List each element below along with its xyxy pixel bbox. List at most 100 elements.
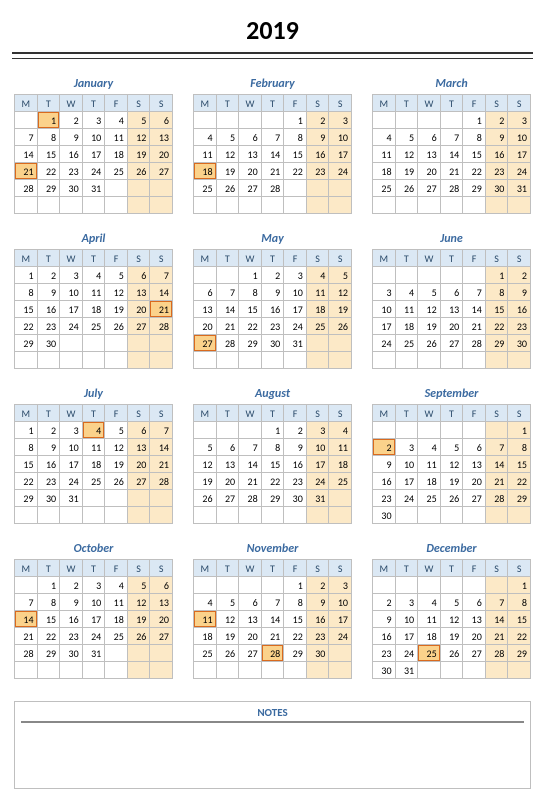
day-header: T [37, 405, 60, 422]
day-cell: 24 [284, 318, 307, 335]
calendar-table: MTWTFSS123456789101112131415161718192021… [14, 404, 173, 524]
day-cell: 16 [373, 473, 396, 490]
day-cell [37, 662, 60, 679]
day-cell [150, 352, 173, 369]
day-cell [127, 662, 150, 679]
day-header: S [127, 95, 150, 112]
day-cell: 11 [395, 301, 418, 318]
day-header: S [306, 560, 329, 577]
day-cell: 10 [60, 284, 83, 301]
day-cell [150, 335, 173, 352]
day-cell: 24 [373, 335, 396, 352]
month-name: April [14, 232, 173, 246]
calendar-table: MTWTFSS123456789101112131415161718192021… [193, 249, 352, 369]
day-cell: 15 [261, 456, 284, 473]
day-cell: 13 [463, 611, 486, 628]
month-april: AprilMTWTFSS1234567891011121314151617181… [14, 232, 173, 369]
day-cell [418, 577, 441, 594]
day-cell: 13 [418, 146, 441, 163]
day-cell: 6 [463, 439, 486, 456]
day-cell: 8 [37, 129, 60, 146]
month-march: MarchMTWTFSS1234567891011121314151617181… [372, 77, 531, 214]
day-cell [508, 662, 531, 679]
day-cell: 29 [15, 335, 38, 352]
month-february: FebruaryMTWTFSS1234567891011121314151617… [193, 77, 352, 214]
day-header: S [485, 560, 508, 577]
day-cell: 11 [329, 439, 352, 456]
day-cell: 3 [306, 422, 329, 439]
day-header: F [105, 560, 128, 577]
day-cell: 18 [418, 628, 441, 645]
year-title: 2019 [10, 14, 535, 46]
day-header: T [261, 560, 284, 577]
day-cell: 29 [485, 335, 508, 352]
day-cell: 13 [239, 611, 262, 628]
day-cell: 17 [508, 146, 531, 163]
day-cell: 24 [82, 163, 105, 180]
day-cell: 24 [60, 318, 83, 335]
day-cell: 11 [105, 129, 128, 146]
day-cell: 21 [15, 628, 38, 645]
day-cell: 20 [194, 318, 217, 335]
day-cell [37, 507, 60, 524]
day-cell: 8 [239, 284, 262, 301]
day-cell: 18 [105, 146, 128, 163]
day-cell [194, 267, 217, 284]
day-header: T [82, 560, 105, 577]
day-cell: 9 [373, 456, 396, 473]
day-cell: 13 [463, 456, 486, 473]
day-cell: 22 [508, 628, 531, 645]
day-header: S [127, 560, 150, 577]
day-cell: 21 [15, 163, 38, 180]
day-cell: 27 [127, 318, 150, 335]
day-cell: 13 [239, 146, 262, 163]
day-cell: 23 [508, 318, 531, 335]
day-header: M [194, 405, 217, 422]
day-cell: 17 [306, 456, 329, 473]
day-cell [105, 180, 128, 197]
month-may: MayMTWTFSS123456789101112131415161718192… [193, 232, 352, 369]
day-header: T [395, 405, 418, 422]
day-cell: 15 [508, 611, 531, 628]
day-cell: 4 [418, 594, 441, 611]
day-cell: 21 [150, 456, 173, 473]
day-header: T [82, 250, 105, 267]
day-cell [239, 507, 262, 524]
day-cell [194, 662, 217, 679]
day-cell [485, 422, 508, 439]
day-cell: 31 [284, 335, 307, 352]
day-cell: 25 [82, 473, 105, 490]
day-cell: 31 [395, 662, 418, 679]
day-cell: 12 [216, 146, 239, 163]
day-cell: 29 [37, 180, 60, 197]
day-cell [216, 197, 239, 214]
day-cell: 16 [261, 301, 284, 318]
day-header: S [508, 95, 531, 112]
day-header: M [373, 405, 396, 422]
day-cell: 11 [194, 146, 217, 163]
day-header: S [485, 405, 508, 422]
day-cell: 28 [150, 473, 173, 490]
day-cell [508, 197, 531, 214]
day-cell: 1 [37, 112, 60, 129]
day-header: T [82, 95, 105, 112]
day-cell: 9 [508, 284, 531, 301]
day-cell: 12 [127, 129, 150, 146]
day-cell: 12 [194, 456, 217, 473]
day-cell: 3 [329, 112, 352, 129]
day-header: W [418, 95, 441, 112]
day-cell: 25 [105, 628, 128, 645]
day-cell: 5 [329, 267, 352, 284]
day-cell [127, 645, 150, 662]
day-cell: 28 [261, 180, 284, 197]
day-cell: 4 [105, 577, 128, 594]
day-cell: 2 [508, 267, 531, 284]
day-cell: 30 [373, 507, 396, 524]
day-cell: 12 [127, 594, 150, 611]
day-header: T [395, 560, 418, 577]
day-cell: 30 [373, 662, 396, 679]
day-cell [127, 507, 150, 524]
day-header: M [15, 250, 38, 267]
day-cell [194, 352, 217, 369]
day-cell [329, 197, 352, 214]
